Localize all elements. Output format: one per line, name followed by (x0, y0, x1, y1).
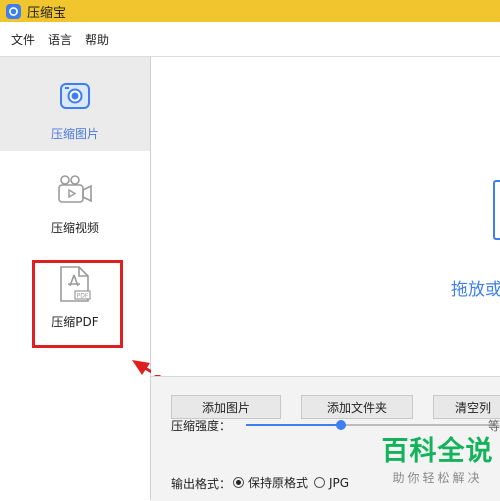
title-bar: 压缩宝 (0, 0, 500, 22)
app-title: 压缩宝 (27, 5, 67, 21)
sidebar-item-label: 压缩图片 (50, 127, 99, 141)
slider-thumb[interactable] (336, 420, 346, 430)
menu-file[interactable]: 文件 (11, 31, 35, 48)
keep-format-radio[interactable] (233, 477, 244, 488)
slider-fill (246, 424, 341, 426)
annotation-highlight-box (32, 260, 123, 348)
camera-icon (54, 75, 96, 117)
drop-area[interactable]: 拖放或 (151, 57, 500, 375)
video-camera-icon (54, 169, 96, 211)
app-logo-icon (6, 3, 21, 19)
sidebar-item-compress-images[interactable]: 压缩图片 (0, 57, 150, 151)
jpg-format-radio[interactable] (314, 477, 326, 488)
clear-list-button[interactable]: 清空列 (433, 395, 500, 419)
watermark-brand: 百科全说 (381, 436, 494, 467)
menu-bar: 文件 语言 帮助 (0, 22, 500, 57)
output-format-options: 保持原格式 JPG (233, 474, 355, 491)
menu-help[interactable]: 帮助 (85, 31, 109, 48)
sidebar-item-compress-video[interactable]: 压缩视频 (0, 151, 150, 245)
add-folder-button[interactable]: 添加文件夹 (301, 395, 413, 419)
output-format-label: 输出格式： (171, 477, 232, 491)
watermark-slogan: 助你轻松解决 (392, 471, 483, 485)
watermark-logo: 百科全说 助你轻松解决 (375, 436, 500, 496)
jpg-format-label[interactable]: JPG (329, 476, 349, 490)
compression-strength-slider[interactable] (246, 420, 496, 430)
compression-strength-value: 等 (488, 419, 500, 433)
keep-format-label[interactable]: 保持原格式 (248, 474, 308, 491)
drop-hint-text: 拖放或 (451, 280, 500, 300)
sidebar-item-label: 压缩视频 (50, 221, 99, 235)
compression-strength-label: 压缩强度： (171, 419, 232, 433)
add-images-button[interactable]: 添加图片 (171, 395, 281, 419)
menu-language[interactable]: 语言 (48, 31, 72, 48)
upload-icon (493, 180, 500, 240)
